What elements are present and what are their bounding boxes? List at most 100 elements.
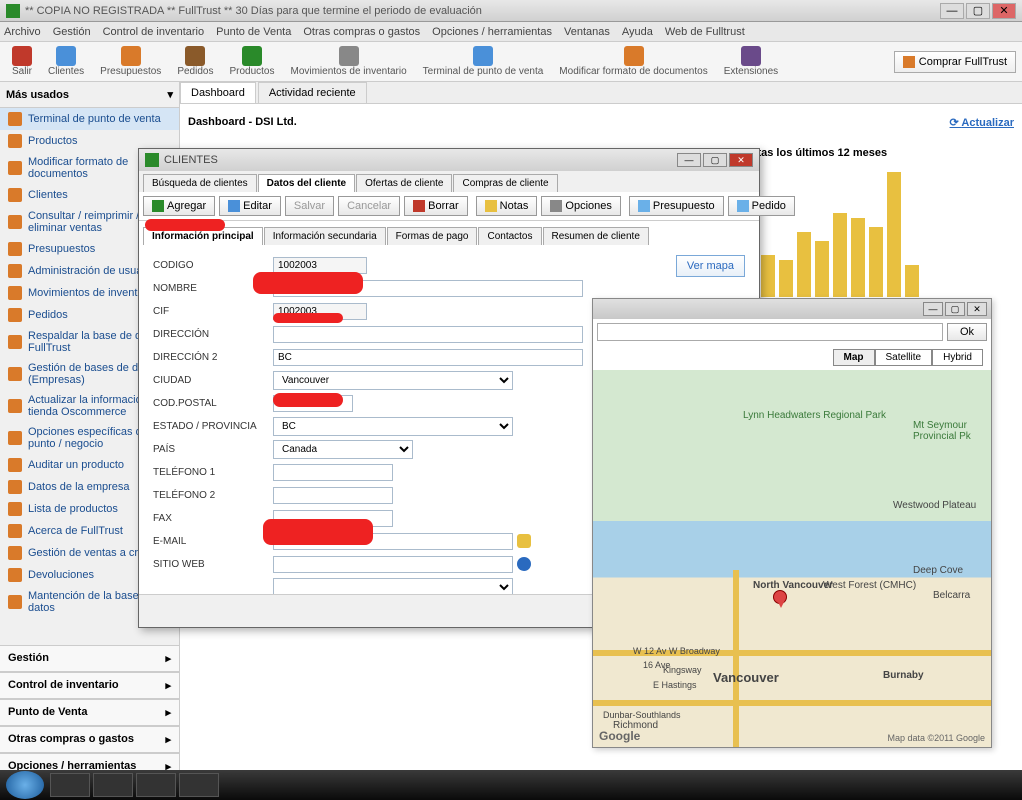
map-copyright: Map data ©2011 Google: [887, 733, 985, 743]
globe-icon[interactable]: [517, 557, 531, 571]
opciones-button[interactable]: Opciones: [541, 196, 620, 216]
map-type-map[interactable]: Map: [833, 349, 875, 366]
pedido-button[interactable]: Pedido: [728, 196, 795, 216]
window-title: ** COPIA NO REGISTRADA ** FullTrust ** 3…: [25, 5, 940, 17]
sidebar-section[interactable]: Punto de Venta▸: [0, 699, 179, 726]
menu-ayuda[interactable]: Ayuda: [622, 26, 653, 38]
map-type-satellite[interactable]: Satellite: [875, 349, 933, 366]
salvar-button[interactable]: Salvar: [285, 196, 334, 216]
sidebar-icon: [8, 112, 22, 126]
toolbar-salir[interactable]: Salir: [6, 44, 38, 79]
agregar-button[interactable]: Agregar: [143, 196, 215, 216]
subtab-pago[interactable]: Formas de pago: [387, 227, 478, 245]
notas-button[interactable]: Notas: [476, 196, 538, 216]
web-field[interactable]: [273, 556, 513, 573]
toolbar-presupuestos[interactable]: Presupuestos: [94, 44, 167, 79]
extra-select-1[interactable]: [273, 578, 513, 595]
cancelar-button[interactable]: Cancelar: [338, 196, 400, 216]
map-label-lynn: Lynn Headwaters Regional Park: [743, 410, 886, 421]
tel2-field[interactable]: [273, 487, 393, 504]
menu-archivo[interactable]: Archivo: [4, 26, 41, 38]
sidebar-icon: [8, 458, 22, 472]
map-minimize-button[interactable]: —: [923, 302, 943, 316]
direccion2-label: DIRECCIÓN 2: [153, 352, 273, 363]
close-button[interactable]: ✕: [992, 3, 1016, 19]
menu-control-de-inventario[interactable]: Control de inventario: [103, 26, 205, 38]
map-canvas[interactable]: North Vancouver Vancouver Burnaby Richmo…: [593, 370, 991, 747]
toolbar-icon: [339, 46, 359, 66]
toolbar-terminal-de-punto-de-venta[interactable]: Terminal de punto de venta: [417, 44, 550, 79]
tab-datos[interactable]: Datos del cliente: [258, 174, 355, 192]
sidebar-icon: [8, 546, 22, 560]
map-type-hybrid[interactable]: Hybrid: [932, 349, 983, 366]
dashboard-title: Dashboard - DSI Ltd.: [188, 116, 297, 129]
direccion2-field[interactable]: [273, 349, 583, 366]
menu-web-de-fulltrust[interactable]: Web de Fulltrust: [665, 26, 745, 38]
dlg-minimize-button[interactable]: —: [677, 153, 701, 167]
menu-punto-de-venta[interactable]: Punto de Venta: [216, 26, 291, 38]
buy-fulltrust-button[interactable]: Comprar FullTrust: [894, 51, 1016, 73]
taskbar-item[interactable]: [179, 773, 219, 797]
dlg-close-button[interactable]: ✕: [729, 153, 753, 167]
codigo-field[interactable]: [273, 257, 367, 274]
toolbar-movimientos-de-inventario[interactable]: Movimientos de inventario: [284, 44, 412, 79]
menu-ventanas[interactable]: Ventanas: [564, 26, 610, 38]
tab-ofertas[interactable]: Ofertas de cliente: [356, 174, 452, 192]
editar-button[interactable]: Editar: [219, 196, 281, 216]
tab-actividad[interactable]: Actividad reciente: [258, 82, 367, 103]
subtab-contactos[interactable]: Contactos: [478, 227, 541, 245]
toolbar-clientes[interactable]: Clientes: [42, 44, 90, 79]
sidebar-icon: [8, 595, 22, 609]
sidebar-item[interactable]: Terminal de punto de venta: [0, 108, 179, 130]
borrar-button[interactable]: Borrar: [404, 196, 468, 216]
maximize-button[interactable]: ▢: [966, 3, 990, 19]
tab-compras[interactable]: Compras de cliente: [453, 174, 557, 192]
chevron-right-icon: ▸: [165, 706, 171, 719]
presupuesto-button[interactable]: Presupuesto: [629, 196, 724, 216]
menu-gesti-n[interactable]: Gestión: [53, 26, 91, 38]
subtab-secundaria[interactable]: Información secundaria: [264, 227, 386, 245]
dialog-title: CLIENTES: [164, 154, 677, 166]
sidebar-icon: [8, 335, 22, 349]
map-label-dunbar: Dunbar-Southlands: [603, 710, 681, 720]
menu-opciones-herramientas[interactable]: Opciones / herramientas: [432, 26, 552, 38]
estado-select[interactable]: BC: [273, 417, 513, 436]
toolbar-pedidos[interactable]: Pedidos: [171, 44, 219, 79]
tel1-field[interactable]: [273, 464, 393, 481]
start-button[interactable]: [6, 771, 44, 799]
map-label-broadway: W 12 Av W Broadway: [633, 646, 720, 656]
taskbar-item[interactable]: [93, 773, 133, 797]
pais-select[interactable]: Canada: [273, 440, 413, 459]
toolbar-modificar-formato-de-documentos[interactable]: Modificar formato de documentos: [553, 44, 713, 79]
map-ok-button[interactable]: Ok: [947, 323, 987, 341]
dlg-maximize-button[interactable]: ▢: [703, 153, 727, 167]
map-maximize-button[interactable]: ▢: [945, 302, 965, 316]
toolbar-productos[interactable]: Productos: [223, 44, 280, 79]
direccion-field[interactable]: [273, 326, 583, 343]
bar: [833, 213, 847, 297]
minimize-button[interactable]: —: [940, 3, 964, 19]
taskbar-item[interactable]: [50, 773, 90, 797]
sidebar-icon: [8, 134, 22, 148]
ciudad-select[interactable]: Vancouver: [273, 371, 513, 390]
menu-otras-compras-o-gastos[interactable]: Otras compras o gastos: [303, 26, 420, 38]
map-label-westwood: Westwood Plateau: [893, 500, 976, 511]
sidebar-header[interactable]: Más usados ▾: [0, 82, 179, 108]
toolbar-extensiones[interactable]: Extensiones: [718, 44, 784, 79]
sidebar-icon: [8, 286, 22, 300]
tab-dashboard[interactable]: Dashboard: [180, 82, 256, 103]
taskbar-item[interactable]: [136, 773, 176, 797]
mail-icon[interactable]: [517, 534, 531, 548]
map-search-input[interactable]: [597, 323, 943, 341]
sidebar-section[interactable]: Gestión▸: [0, 645, 179, 672]
refresh-link[interactable]: ⟳ Actualizar: [950, 116, 1014, 129]
ver-mapa-button[interactable]: Ver mapa: [676, 255, 745, 277]
sidebar-icon: [8, 568, 22, 582]
main-toolbar: SalirClientesPresupuestosPedidosProducto…: [0, 42, 1022, 82]
plus-icon: [152, 200, 164, 212]
tab-busqueda[interactable]: Búsqueda de clientes: [143, 174, 257, 192]
sidebar-section[interactable]: Control de inventario▸: [0, 672, 179, 699]
sidebar-section[interactable]: Otras compras o gastos▸: [0, 726, 179, 753]
map-close-button[interactable]: ✕: [967, 302, 987, 316]
subtab-resumen[interactable]: Resumen de cliente: [543, 227, 649, 245]
